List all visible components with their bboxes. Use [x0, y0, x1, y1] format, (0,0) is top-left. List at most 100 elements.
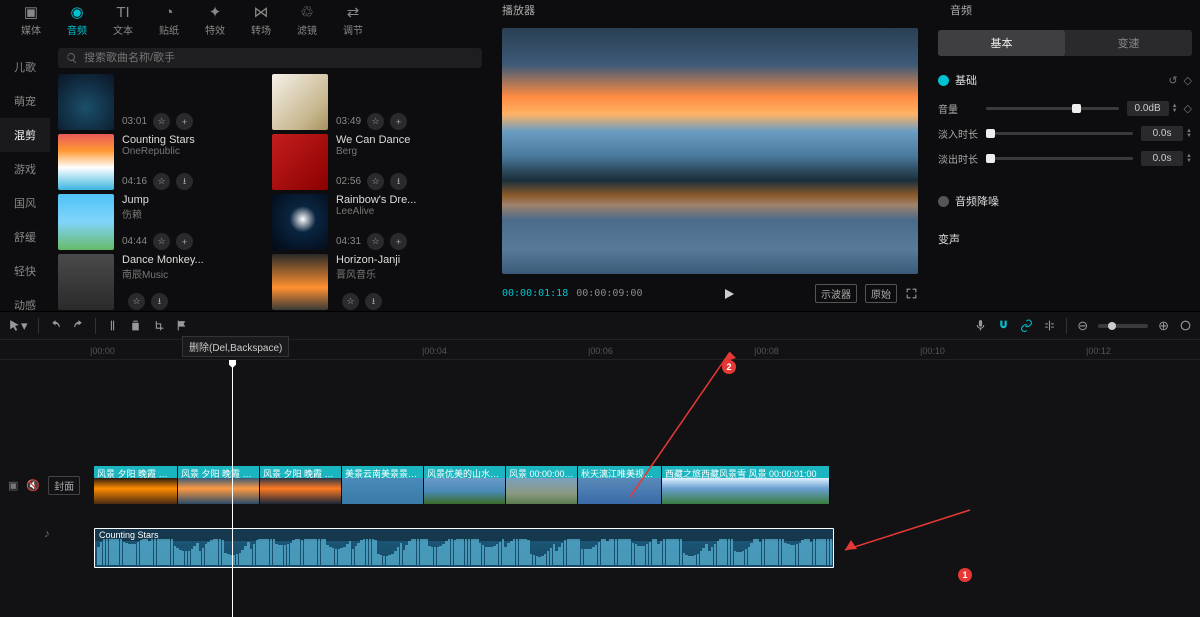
volume-value[interactable]: 0.0dB [1127, 101, 1169, 116]
playhead[interactable] [232, 360, 233, 617]
video-clip[interactable]: 美景云南美景景色山水 [342, 466, 424, 504]
add-button[interactable]: + [390, 233, 407, 250]
tool-tab-6[interactable]: ♲滤镜 [284, 2, 330, 40]
favorite-button[interactable]: ☆ [367, 113, 384, 130]
add-button[interactable]: + [176, 233, 193, 250]
track-card[interactable]: 03:01☆+ [58, 74, 268, 130]
video-clip[interactable]: 风景 夕阳 晚霞 天空 云 [94, 466, 178, 504]
oscilloscope-button[interactable]: 示波器 [815, 284, 857, 303]
track-card[interactable]: Jump伤赖04:44☆+ [58, 194, 268, 250]
fadein-spinner[interactable]: ▲▼ [1186, 129, 1192, 139]
favorite-button[interactable]: ☆ [153, 173, 170, 190]
tool-tab-4[interactable]: ✦特效 [192, 2, 238, 40]
video-clip[interactable]: 风景 00:00:00:13 [506, 466, 578, 504]
video-clip[interactable]: 风景优美的山水自然景 [424, 466, 506, 504]
zoom-fit-icon[interactable] [1179, 319, 1192, 332]
inspector-tab-1[interactable]: 变速 [1065, 30, 1192, 56]
zoom-out-icon[interactable]: ⊖ [1077, 318, 1088, 334]
audio-track-icon[interactable]: ♪ [44, 528, 50, 540]
track-card[interactable]: We Can DanceBerg02:56☆⭳ [272, 134, 482, 190]
volume-spinner[interactable]: ▲▼ [1172, 104, 1178, 114]
inspector-tab-0[interactable]: 基本 [938, 30, 1065, 56]
track-card[interactable]: Dance Monkey...南辰Music☆⭳ [58, 254, 268, 310]
fadeout-slider[interactable] [986, 157, 1133, 160]
side-cat-动感[interactable]: 动感 [0, 288, 50, 311]
search-field[interactable] [84, 52, 474, 64]
inspector-panel: 音频 基本变速 基础 ↺ ◇ 音量 0.0dB ▲▼ ◇ 淡入时长 0.0s ▲… [930, 0, 1200, 311]
add-button[interactable]: ⭳ [151, 293, 168, 310]
preview-video[interactable] [502, 28, 918, 274]
tool-tab-2[interactable]: TI文本 [100, 2, 146, 40]
favorite-button[interactable]: ☆ [367, 173, 384, 190]
track-title: Dance Monkey... [122, 254, 212, 266]
crop-button[interactable] [152, 319, 165, 332]
side-cat-混剪[interactable]: 混剪 [0, 118, 50, 152]
mic-icon[interactable] [974, 319, 987, 332]
fadein-value[interactable]: 0.0s [1141, 126, 1183, 141]
reset-icon[interactable]: ↺ [1168, 74, 1177, 87]
side-cat-国风[interactable]: 国风 [0, 186, 50, 220]
fullscreen-icon[interactable] [905, 287, 918, 300]
voicechange-label: 变声 [938, 231, 1192, 247]
split-button[interactable] [106, 319, 119, 332]
basic-toggle[interactable] [938, 75, 949, 86]
video-clip[interactable]: 风景 夕阳 晚霞 天空 云 [178, 466, 260, 504]
video-clip[interactable]: 秋天漓江唯美视频素材 [578, 466, 662, 504]
track-card[interactable]: Horizon-Janji晋风音乐☆⭳ [272, 254, 482, 310]
redo-button[interactable] [72, 319, 85, 332]
noise-toggle[interactable] [938, 196, 949, 207]
zoom-slider[interactable] [1098, 324, 1148, 328]
volume-keyframe-icon[interactable]: ◇ [1184, 102, 1192, 115]
tool-tab-7[interactable]: ⇄调节 [330, 2, 376, 40]
link-icon[interactable] [1020, 319, 1033, 332]
add-button[interactable]: + [390, 113, 407, 130]
lock-track-icon[interactable]: ▣ [8, 479, 18, 492]
fadeout-spinner[interactable]: ▲▼ [1186, 154, 1192, 164]
delete-button[interactable] [129, 319, 142, 332]
video-clip[interactable]: 西藏之旅西藏风景雪 风景 00:00:01:00 [662, 466, 830, 504]
tool-tab-3[interactable]: ◔贴纸 [146, 2, 192, 40]
volume-slider[interactable] [986, 107, 1119, 110]
add-button[interactable]: + [176, 113, 193, 130]
align-icon[interactable] [1043, 319, 1056, 332]
side-cat-轻快[interactable]: 轻快 [0, 254, 50, 288]
side-cat-儿歌[interactable]: 儿歌 [0, 50, 50, 84]
favorite-button[interactable]: ☆ [342, 293, 359, 310]
original-ratio-button[interactable]: 原始 [865, 284, 897, 303]
video-track[interactable]: 风景 夕阳 晚霞 天空 云风景 夕阳 晚霞 天空 云风景 夕阳 晚霞 天空 云美… [94, 466, 830, 504]
zoom-in-icon[interactable]: ⊕ [1158, 318, 1169, 334]
fadeout-value[interactable]: 0.0s [1141, 151, 1183, 166]
add-button[interactable]: ⭳ [176, 173, 193, 190]
favorite-button[interactable]: ☆ [128, 293, 145, 310]
track-artist: Berg [336, 146, 482, 157]
flag-button[interactable] [175, 319, 188, 332]
mute-track-icon[interactable]: 🔇 [26, 479, 40, 492]
tool-tab-5[interactable]: ⋈转场 [238, 2, 284, 40]
cursor-tool[interactable]: ▾ [8, 318, 28, 334]
timeline-ruler[interactable]: |00:00|00:02|00:04|00:06|00:08|00:10|00:… [0, 340, 1200, 360]
track-card[interactable]: Rainbow's Dre...LeeAlive04:31☆+ [272, 194, 482, 250]
track-card[interactable]: Counting StarsOneRepublic04:16☆⭳ [58, 134, 268, 190]
track-thumbnail [58, 254, 114, 310]
tab-icon: ⇄ [347, 5, 360, 20]
side-cat-游戏[interactable]: 游戏 [0, 152, 50, 186]
add-button[interactable]: ⭳ [365, 293, 382, 310]
fadein-slider[interactable] [986, 132, 1133, 135]
play-button[interactable] [723, 288, 735, 300]
favorite-button[interactable]: ☆ [367, 233, 384, 250]
tool-tab-0[interactable]: ▣媒体 [8, 2, 54, 40]
cover-button[interactable]: 封面 [48, 476, 80, 495]
video-clip[interactable]: 风景 夕阳 晚霞 天空 云 [260, 466, 342, 504]
keyframe-icon[interactable]: ◇ [1184, 74, 1192, 87]
track-card[interactable]: 03:49☆+ [272, 74, 482, 130]
favorite-button[interactable]: ☆ [153, 113, 170, 130]
side-cat-舒缓[interactable]: 舒缓 [0, 220, 50, 254]
undo-button[interactable] [49, 319, 62, 332]
tool-tab-1[interactable]: ◉音频 [54, 2, 100, 40]
search-input[interactable] [58, 48, 482, 68]
magnet-icon[interactable] [997, 319, 1010, 332]
audio-track-clip[interactable]: Counting Stars [94, 528, 834, 568]
add-button[interactable]: ⭳ [390, 173, 407, 190]
side-cat-萌宠[interactable]: 萌宠 [0, 84, 50, 118]
favorite-button[interactable]: ☆ [153, 233, 170, 250]
